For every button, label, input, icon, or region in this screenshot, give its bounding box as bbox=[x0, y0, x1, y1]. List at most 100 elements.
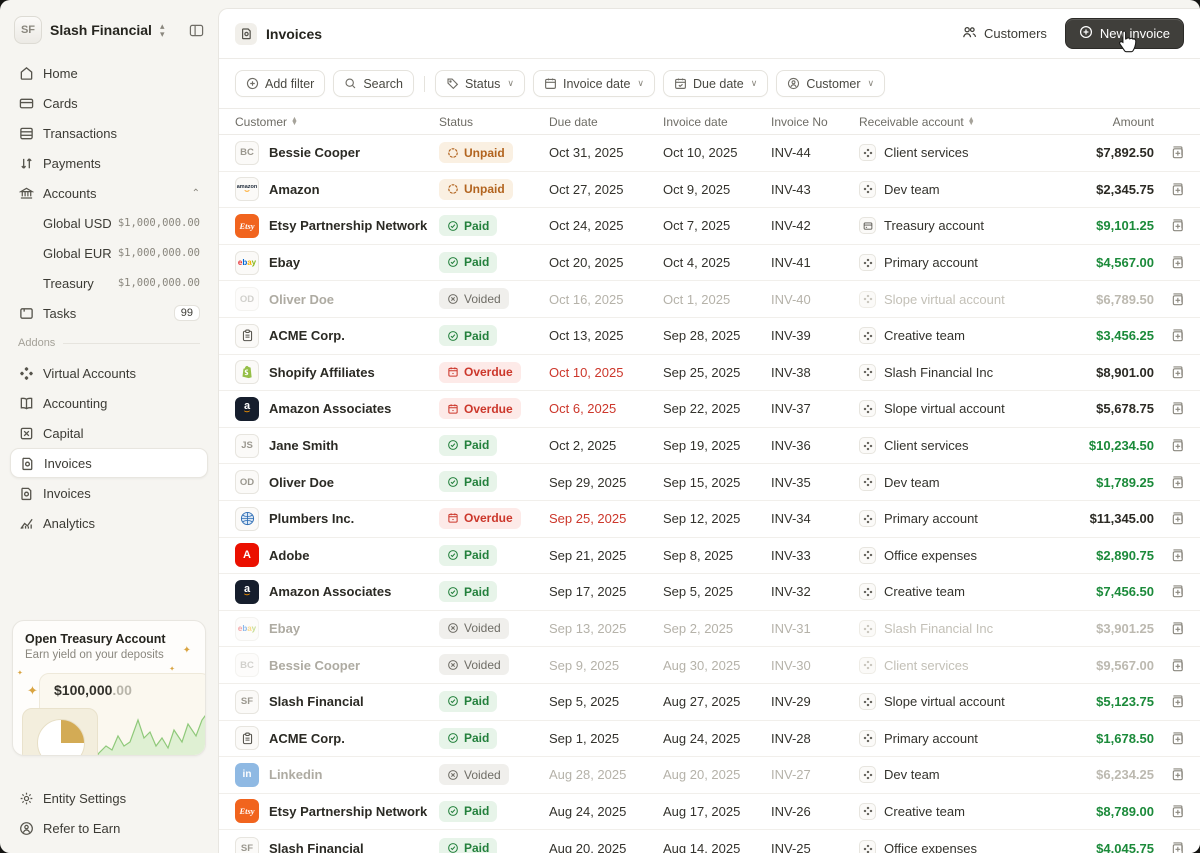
status-badge: Unpaid bbox=[439, 142, 513, 164]
table-row[interactable]: Etsy Etsy Partnership Network Paid Aug 2… bbox=[219, 794, 1200, 831]
duplicate-invoice-icon[interactable] bbox=[1154, 292, 1200, 307]
duplicate-invoice-icon[interactable] bbox=[1154, 658, 1200, 673]
sidebar-item-virtual-accounts[interactable]: Virtual Accounts bbox=[10, 358, 208, 388]
table-row[interactable]: BC Bessie Cooper Unpaid Oct 31, 2025 Oct… bbox=[219, 135, 1200, 172]
sidebar-item-transactions[interactable]: Transactions bbox=[10, 118, 208, 148]
sidebar-item-refer-to-earn[interactable]: Refer to Earn bbox=[10, 813, 208, 843]
due-date-filter-dropdown[interactable]: Due date ∨ bbox=[663, 70, 769, 97]
clipboard-logo bbox=[235, 323, 259, 348]
column-header-receivable-account[interactable]: Receivable account ▲ ▼ bbox=[859, 115, 1059, 129]
status-filter-dropdown[interactable]: Status ∨ bbox=[434, 70, 525, 97]
due-date: Oct 20, 2025 bbox=[549, 255, 624, 271]
status-badge: Paid bbox=[439, 544, 498, 566]
duplicate-invoice-icon[interactable] bbox=[1154, 731, 1200, 746]
sidebar-account-global-usd[interactable]: Global USD $1,000,000.00 bbox=[10, 208, 208, 238]
treasury-promo-card[interactable]: Open Treasury Account Earn yield on your… bbox=[12, 620, 206, 756]
account-name: Creative team bbox=[884, 803, 965, 819]
search-button[interactable]: Search bbox=[333, 70, 414, 97]
table-row[interactable]: ACME Corp. Paid Oct 13, 2025 Sep 28, 202… bbox=[219, 318, 1200, 355]
duplicate-invoice-icon[interactable] bbox=[1154, 438, 1200, 453]
duplicate-invoice-icon[interactable] bbox=[1154, 841, 1200, 853]
table-row[interactable]: in Linkedin Voided Aug 28, 2025 Aug 20, … bbox=[219, 757, 1200, 794]
table-row[interactable]: Shopify Affiliates Overdue Oct 10, 2025 … bbox=[219, 355, 1200, 392]
duplicate-invoice-icon[interactable] bbox=[1154, 475, 1200, 490]
sidebar-item-accounting[interactable]: Accounting bbox=[10, 388, 208, 418]
duplicate-invoice-icon[interactable] bbox=[1154, 767, 1200, 782]
table-row[interactable]: a ⌣ Amazon Associates Overdue Oct 6, 2025… bbox=[219, 391, 1200, 428]
duplicate-invoice-icon[interactable] bbox=[1154, 584, 1200, 599]
duplicate-invoice-icon[interactable] bbox=[1154, 548, 1200, 563]
duplicate-invoice-icon[interactable] bbox=[1154, 401, 1200, 416]
sidebar-item-home[interactable]: Home bbox=[10, 58, 208, 88]
invoice-number: INV-42 bbox=[771, 218, 811, 234]
sidebar-item-capital[interactable]: Capital bbox=[10, 418, 208, 448]
amount: $3,456.25 bbox=[1096, 328, 1154, 344]
table-row[interactable]: BC Bessie Cooper Voided Sep 9, 2025 Aug … bbox=[219, 647, 1200, 684]
table-row[interactable]: Etsy Etsy Partnership Network Paid Oct 2… bbox=[219, 208, 1200, 245]
due-date: Oct 27, 2025 bbox=[549, 181, 624, 197]
table-row[interactable]: ebay Ebay Paid Oct 20, 2025 Oct 4, 2025 … bbox=[219, 245, 1200, 282]
duplicate-invoice-icon[interactable] bbox=[1154, 365, 1200, 380]
table-row[interactable]: SF Slash Financial Paid Aug 20, 2025 Aug… bbox=[219, 830, 1200, 853]
sidebar-item-payments[interactable]: Payments bbox=[10, 148, 208, 178]
duplicate-invoice-icon[interactable] bbox=[1154, 328, 1200, 343]
due-date: Sep 9, 2025 bbox=[549, 657, 620, 673]
sidebar-item-entity-settings[interactable]: Entity Settings bbox=[10, 783, 208, 813]
table-row[interactable]: amazon ⌣ Amazon Unpaid Oct 27, 2025 Oct 9… bbox=[219, 172, 1200, 209]
sidebar-item-cards[interactable]: Cards bbox=[10, 88, 208, 118]
invoice-number: INV-38 bbox=[771, 364, 811, 380]
table-row[interactable]: OD Oliver Doe Paid Sep 29, 2025 Sep 15, … bbox=[219, 464, 1200, 501]
sidebar-account-treasury[interactable]: Treasury $1,000,000.00 bbox=[10, 268, 208, 298]
chevron-up-icon[interactable]: ⌃ bbox=[192, 188, 200, 199]
collapse-sidebar-icon[interactable] bbox=[189, 23, 204, 38]
amount: $2,890.75 bbox=[1096, 547, 1154, 563]
status-cell: Paid bbox=[439, 544, 549, 567]
duplicate-invoice-icon[interactable] bbox=[1154, 182, 1200, 197]
plus-circle-icon bbox=[246, 77, 259, 90]
column-header-customer[interactable]: Customer ▲ ▼ bbox=[235, 115, 439, 129]
account-name: Treasury account bbox=[884, 218, 984, 234]
duplicate-invoice-icon[interactable] bbox=[1154, 694, 1200, 709]
duplicate-invoice-icon[interactable] bbox=[1154, 145, 1200, 160]
duplicate-invoice-icon[interactable] bbox=[1154, 621, 1200, 636]
table-row[interactable]: ACME Corp. Paid Sep 1, 2025 Aug 24, 2025… bbox=[219, 721, 1200, 758]
page-header: Invoices Customers New invoice bbox=[219, 9, 1200, 59]
sidebar-account-global-eur[interactable]: Global EUR $1,000,000.00 bbox=[10, 238, 208, 268]
book-icon bbox=[18, 395, 34, 411]
table-row[interactable]: a ⌣ Amazon Associates Paid Sep 17, 2025 S… bbox=[219, 574, 1200, 611]
sidebar-item-invoices-selected[interactable]: Invoices bbox=[10, 448, 208, 478]
table-row[interactable]: ebay Ebay Voided Sep 13, 2025 Sep 2, 202… bbox=[219, 611, 1200, 648]
duplicate-invoice-icon[interactable] bbox=[1154, 804, 1200, 819]
receivable-account-cell: Slash Financial Inc bbox=[859, 363, 1059, 381]
add-filter-button[interactable]: Add filter bbox=[235, 70, 326, 97]
table-row[interactable]: SF Slash Financial Paid Sep 5, 2025 Aug … bbox=[219, 684, 1200, 721]
workspace-logo: SF bbox=[14, 16, 42, 44]
customers-button[interactable]: Customers bbox=[956, 20, 1053, 48]
table-row[interactable]: A Adobe Paid Sep 21, 2025 Sep 8, 2025 IN… bbox=[219, 538, 1200, 575]
due-date: Oct 24, 2025 bbox=[549, 218, 624, 234]
table-row[interactable]: OD Oliver Doe Voided Oct 16, 2025 Oct 1,… bbox=[219, 281, 1200, 318]
customer-name: ACME Corp. bbox=[269, 730, 345, 746]
person-circle-icon bbox=[787, 77, 800, 90]
virtual-account-icon bbox=[859, 802, 876, 820]
sidebar-item-tasks[interactable]: Tasks 99 bbox=[10, 298, 208, 328]
customer-filter-dropdown[interactable]: Customer ∨ bbox=[776, 70, 886, 97]
sidebar-item-analytics[interactable]: Analytics bbox=[10, 508, 208, 538]
initials-avatar: OD bbox=[235, 287, 259, 312]
due-date: Sep 13, 2025 bbox=[549, 621, 627, 637]
sidebar-item-invoices-2[interactable]: Invoices bbox=[10, 478, 208, 508]
table-row[interactable]: JS Jane Smith Paid Oct 2, 2025 Sep 19, 2… bbox=[219, 428, 1200, 465]
duplicate-invoice-icon[interactable] bbox=[1154, 218, 1200, 233]
due-date: Sep 17, 2025 bbox=[549, 584, 627, 600]
table-row[interactable]: Plumbers Inc. Overdue Sep 25, 2025 Sep 1… bbox=[219, 501, 1200, 538]
status-badge: Paid bbox=[439, 434, 498, 456]
account-name: Client services bbox=[884, 657, 969, 673]
duplicate-invoice-icon[interactable] bbox=[1154, 255, 1200, 270]
duplicate-invoice-icon[interactable] bbox=[1154, 511, 1200, 526]
invoice-number: INV-30 bbox=[771, 657, 811, 673]
workspace-switcher[interactable]: SF Slash Financial ▴ ▾ bbox=[10, 14, 208, 58]
new-invoice-button[interactable]: New invoice bbox=[1064, 18, 1184, 49]
customer-name: Oliver Doe bbox=[269, 474, 335, 490]
sidebar-item-accounts[interactable]: Accounts ⌃ bbox=[10, 178, 208, 208]
invoice-date-filter-dropdown[interactable]: Invoice date ∨ bbox=[532, 70, 655, 97]
